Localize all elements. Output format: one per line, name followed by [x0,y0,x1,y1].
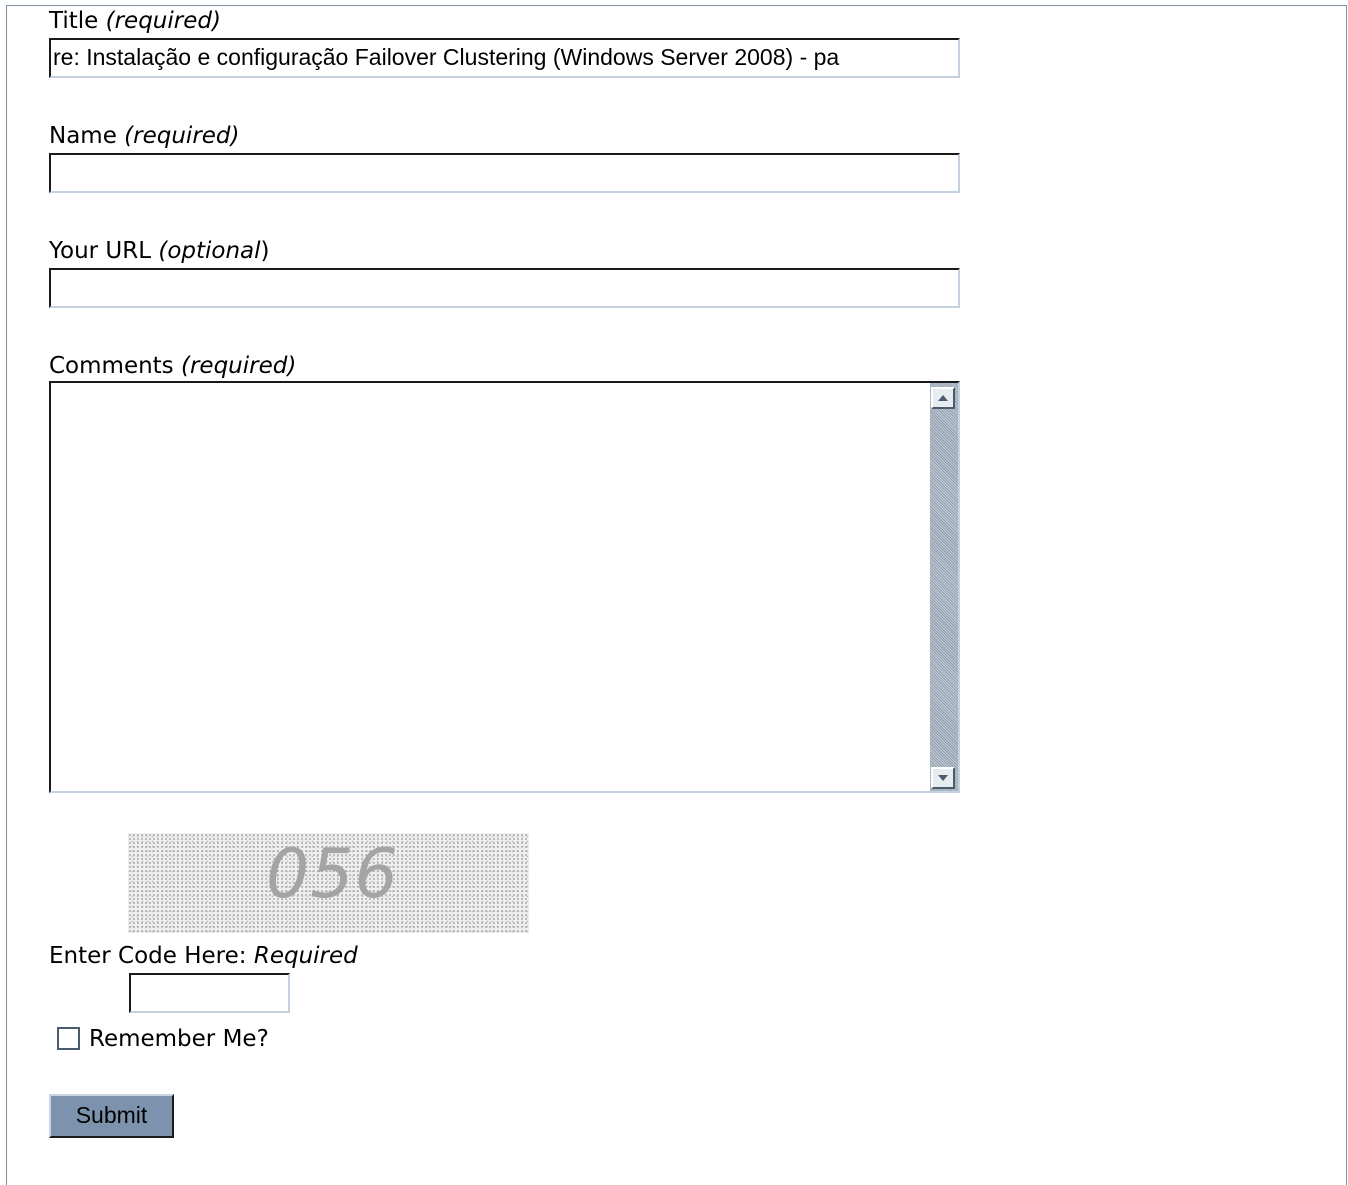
scroll-up-button[interactable] [931,387,955,409]
name-label: Name (required) [49,123,240,149]
captcha-image: 056 [128,833,529,933]
comments-scrollbar[interactable] [930,383,958,791]
name-input[interactable] [49,153,960,193]
code-label: Enter Code Here: Required [49,943,358,969]
title-input-value: re: Instalação e configuração Failover C… [53,44,840,70]
arrow-down-icon [938,775,948,781]
remember-me-checkbox[interactable] [57,1027,80,1050]
comments-label: Comments (required) [49,353,297,379]
title-input[interactable]: re: Instalação e configuração Failover C… [49,38,960,78]
title-label: Title (required) [49,8,221,34]
arrow-up-icon [938,395,948,401]
remember-me-label: Remember Me? [89,1026,269,1052]
scroll-down-button[interactable] [931,767,955,789]
comments-textarea[interactable] [49,381,960,793]
captcha-code-input[interactable] [129,973,290,1013]
submit-button[interactable]: Submit [49,1094,174,1138]
url-label: Your URL (optional) [49,238,270,264]
url-input[interactable] [49,268,960,308]
